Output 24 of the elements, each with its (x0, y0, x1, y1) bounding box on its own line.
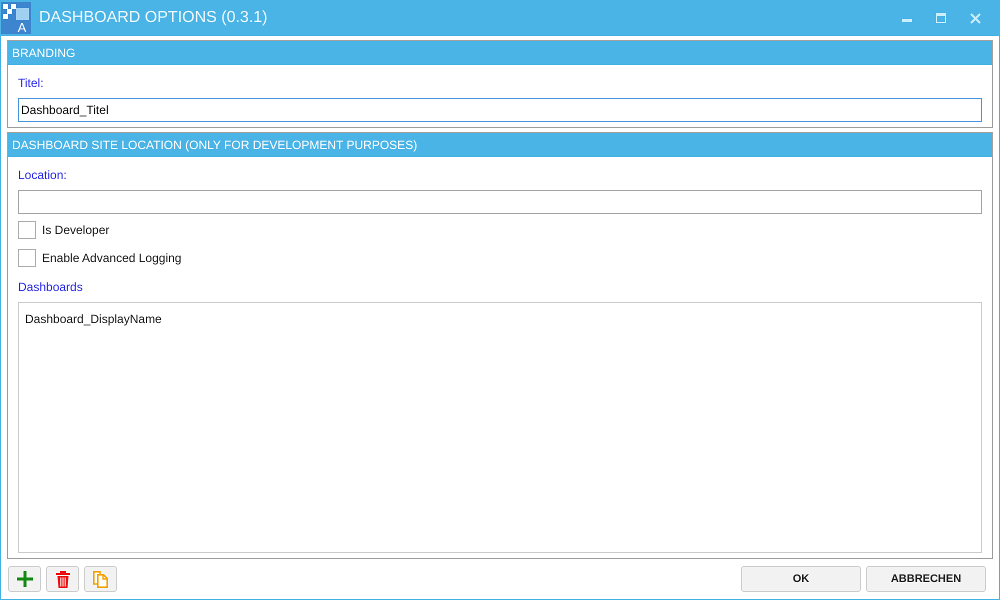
copy-button[interactable] (84, 566, 117, 592)
checkbox[interactable] (18, 249, 36, 267)
dialog-button[interactable]: ABBRECHEN (866, 566, 986, 592)
checkbox[interactable] (18, 221, 36, 239)
window-title: DASHBOARD OPTIONS (0.3.1) (39, 9, 268, 27)
field-label: Titel: (18, 75, 44, 91)
copy-icon (93, 570, 108, 588)
list-item[interactable]: Dashboard_DisplayName (24, 311, 163, 327)
location-input[interactable] (18, 190, 982, 214)
close-icon (970, 12, 980, 24)
maximize-icon (936, 13, 946, 23)
add-button[interactable] (8, 566, 41, 592)
field-label: Location: (18, 167, 67, 183)
group-header: DASHBOARD SITE LOCATION (ONLY FOR DEVELOPMENT PURPOSES) (8, 133, 992, 157)
field-label: Dashboards (18, 279, 83, 295)
app-logo: A (1, 2, 31, 34)
plus-icon (16, 571, 32, 587)
checkbox-label[interactable]: Is Developer (42, 223, 110, 237)
checkbox-label[interactable]: Enable Advanced Logging (42, 251, 182, 265)
delete-button[interactable] (46, 566, 79, 592)
trash-icon (56, 570, 70, 588)
group-header: BRANDING (8, 41, 992, 65)
title-input[interactable]: Dashboard_Titel (18, 98, 982, 122)
dialog-button[interactable]: OK (741, 566, 861, 592)
